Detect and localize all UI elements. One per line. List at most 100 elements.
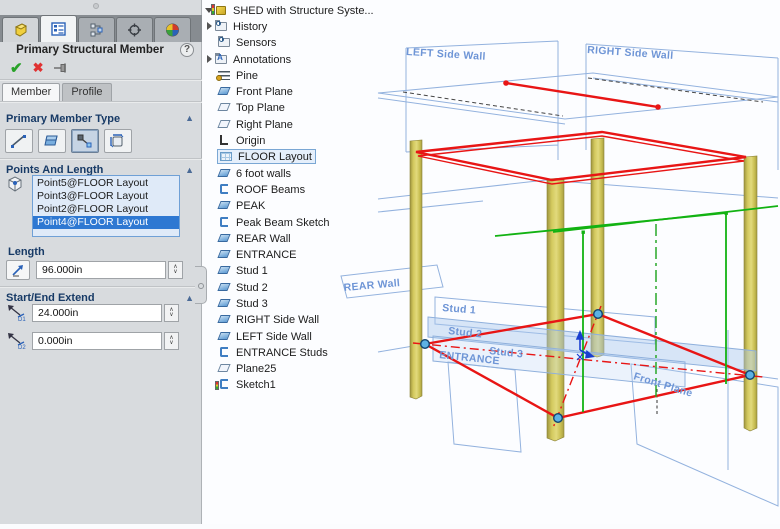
propertymanager-icon bbox=[51, 22, 66, 36]
collapse-chevron-icon[interactable]: ▲ bbox=[185, 293, 194, 303]
sketch-endpoint[interactable] bbox=[725, 212, 728, 215]
tab-configurationmanager[interactable] bbox=[78, 17, 115, 42]
part-icon bbox=[214, 4, 228, 17]
point-to-point-member-button[interactable] bbox=[5, 129, 33, 153]
tree-item-top-plane[interactable]: Top Plane bbox=[204, 100, 389, 116]
tree-label: History bbox=[233, 20, 267, 33]
peak-endpoint[interactable] bbox=[655, 104, 661, 110]
plane-icon bbox=[217, 281, 231, 294]
tab-displaymanager[interactable] bbox=[154, 17, 191, 42]
tree-label: ENTRANCE bbox=[236, 248, 297, 261]
tab-profile[interactable]: Profile bbox=[62, 83, 111, 102]
list-item[interactable]: Point2@FLOOR Layout bbox=[33, 203, 179, 216]
length-label: Length bbox=[8, 246, 45, 258]
plane-label-stud1[interactable]: Stud 1 bbox=[442, 302, 477, 317]
start-extend-spinner[interactable]: ∧∨ bbox=[164, 304, 179, 322]
tree-item-entrance[interactable]: ENTRANCE bbox=[204, 246, 389, 262]
tree-item-left-side-wall[interactable]: LEFT Side Wall bbox=[204, 328, 389, 344]
tab-propertymanager[interactable] bbox=[40, 15, 77, 42]
tree-label: Stud 1 bbox=[236, 264, 268, 277]
tree-item-right-plane[interactable]: Right Plane bbox=[204, 116, 389, 132]
points-listbox[interactable]: Point5@FLOOR Layout Point3@FLOOR Layout … bbox=[32, 175, 180, 237]
list-item[interactable]: Point5@FLOOR Layout bbox=[33, 177, 179, 190]
tree-label: Front Plane bbox=[236, 85, 293, 98]
svg-text:D2: D2 bbox=[18, 345, 26, 350]
face-plane-member-button[interactable] bbox=[38, 129, 66, 153]
configurationmanager-icon bbox=[89, 23, 104, 37]
tree-label: Annotations bbox=[233, 53, 291, 66]
tree-label: RIGHT Side Wall bbox=[236, 313, 319, 326]
help-button[interactable]: ? bbox=[180, 43, 194, 57]
point-length-member-button[interactable] bbox=[71, 129, 99, 153]
point-length-icon bbox=[76, 133, 94, 149]
point-selection-icon bbox=[6, 175, 24, 193]
tab-member[interactable]: Member bbox=[2, 83, 60, 102]
tree-item-floor-layout[interactable]: FLOOR Layout bbox=[204, 149, 389, 165]
length-input[interactable]: 96.000in bbox=[36, 261, 166, 279]
tree-item-root[interactable]: SHED with Structure Syste... bbox=[204, 2, 389, 18]
tree-item-front-plane[interactable]: Front Plane bbox=[204, 83, 389, 99]
tree-label: Top Plane bbox=[236, 101, 285, 114]
feature-tree[interactable]: SHED with Structure Syste... History Sen… bbox=[204, 2, 389, 393]
tab-dimxpertmanager[interactable] bbox=[116, 17, 153, 42]
selected-item-box: FLOOR Layout bbox=[217, 149, 316, 164]
tree-item-stud-1[interactable]: Stud 1 bbox=[204, 263, 389, 279]
list-item[interactable]: Point3@FLOOR Layout bbox=[33, 190, 179, 203]
tree-item-annotations[interactable]: AAnnotations bbox=[204, 51, 389, 67]
start-extend-input[interactable]: 24.000in bbox=[32, 304, 162, 322]
tree-root-label: SHED with Structure Syste... bbox=[233, 4, 374, 17]
displaymanager-icon bbox=[165, 23, 180, 37]
plane-icon bbox=[217, 101, 231, 114]
tree-item-plane25[interactable]: Plane25 bbox=[204, 361, 389, 377]
end-extend-spinner[interactable]: ∧∨ bbox=[164, 332, 179, 350]
manager-tabstrip bbox=[0, 15, 202, 42]
pin-button[interactable] bbox=[53, 62, 69, 74]
tree-label: Sensors bbox=[236, 36, 276, 49]
plane-icon bbox=[217, 330, 231, 343]
tree-label: ENTRANCE Studs bbox=[236, 346, 328, 359]
end-extend-input[interactable]: 0.000in bbox=[32, 332, 162, 350]
expand-arrow-icon[interactable] bbox=[204, 55, 214, 63]
tree-label: Pine bbox=[236, 69, 258, 82]
tree-item-roof-beams[interactable]: ROOF Beams bbox=[204, 181, 389, 197]
tree-item-entrance-studs[interactable]: ENTRANCE Studs bbox=[204, 344, 389, 360]
tree-item-history[interactable]: History bbox=[204, 18, 389, 34]
sketch-icon bbox=[217, 183, 231, 196]
collapse-chevron-icon[interactable]: ▲ bbox=[185, 113, 194, 123]
sketch-icon bbox=[217, 346, 231, 359]
tree-label: Stud 3 bbox=[236, 297, 268, 310]
tree-item-6-foot-walls[interactable]: 6 foot walls bbox=[204, 165, 389, 181]
tree-item-pine[interactable]: Pine bbox=[204, 67, 389, 83]
length-spinner[interactable]: ∧∨ bbox=[168, 261, 183, 279]
tree-item-sensors[interactable]: Sensors bbox=[204, 35, 389, 51]
length-direction-button[interactable] bbox=[6, 260, 30, 280]
tab-featuremanager[interactable] bbox=[2, 17, 39, 42]
featuremanager-icon bbox=[13, 23, 28, 37]
tree-label: Sketch1 bbox=[236, 378, 276, 391]
tree-label: Origin bbox=[236, 134, 265, 147]
panel-grip-handle[interactable] bbox=[93, 3, 99, 9]
panel-flyout-handle[interactable] bbox=[195, 266, 207, 304]
tree-item-right-side-wall[interactable]: RIGHT Side Wall bbox=[204, 312, 389, 328]
tree-item-peak-beam-sketch[interactable]: Peak Beam Sketch bbox=[204, 214, 389, 230]
history-folder-icon bbox=[214, 20, 228, 33]
peak-endpoint[interactable] bbox=[503, 80, 509, 86]
list-item-selected[interactable]: Point4@FLOOR Layout bbox=[33, 216, 179, 229]
expand-arrow-icon[interactable] bbox=[204, 22, 214, 30]
cancel-button[interactable]: ✖ bbox=[33, 60, 44, 76]
tree-item-sketch1[interactable]: Sketch1 bbox=[204, 377, 389, 393]
plane-label-right-side-wall[interactable]: RIGHT Side Wall bbox=[587, 44, 674, 62]
sketch-endpoint[interactable] bbox=[582, 231, 585, 234]
profile-member-button[interactable] bbox=[104, 129, 132, 153]
plane-label-left-side-wall[interactable]: LEFT Side Wall bbox=[406, 46, 486, 63]
tree-label: REAR Wall bbox=[236, 232, 291, 245]
tree-item-stud-3[interactable]: Stud 3 bbox=[204, 295, 389, 311]
sketch-grid-icon bbox=[219, 150, 233, 163]
tree-item-rear-wall[interactable]: REAR Wall bbox=[204, 230, 389, 246]
plane-icon bbox=[217, 167, 231, 180]
tree-item-stud-2[interactable]: Stud 2 bbox=[204, 279, 389, 295]
tree-item-peak[interactable]: PEAK bbox=[204, 198, 389, 214]
collapse-chevron-icon[interactable]: ▲ bbox=[185, 165, 194, 175]
tree-item-origin[interactable]: Origin bbox=[204, 132, 389, 148]
ok-button[interactable]: ✔ bbox=[10, 59, 23, 77]
